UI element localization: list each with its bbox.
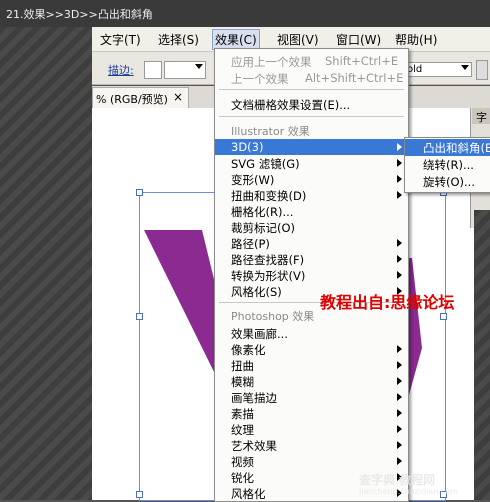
menu-view[interactable]: 视图(V) xyxy=(277,31,319,48)
menu-item-distort-transform[interactable]: 扭曲和变换(D) xyxy=(215,187,408,203)
menu-help[interactable]: 帮助(H) xyxy=(395,31,437,48)
menu-item-crop-marks[interactable]: 裁剪标记(O) xyxy=(215,219,408,235)
menu-separator xyxy=(219,116,404,117)
menu-item-sketch[interactable]: 素描 xyxy=(215,405,408,421)
submenu-arrow-icon xyxy=(397,143,402,151)
menu-item-3d[interactable]: 3D(3) xyxy=(215,139,408,155)
submenu-arrow-icon xyxy=(397,393,402,401)
source-watermark-text: 教程出自:思缘论坛 xyxy=(320,293,455,312)
character-panel-header[interactable]: 字 xyxy=(472,108,490,124)
menu-item-video[interactable]: 视频 xyxy=(215,453,408,469)
menu-window[interactable]: 窗口(W) xyxy=(336,31,381,48)
illustrator-effects-header: Illustrator 效果 xyxy=(231,125,310,138)
menu-item-artistic[interactable]: 艺术效果 xyxy=(215,437,408,453)
close-icon[interactable]: × xyxy=(173,90,183,104)
menu-select[interactable]: 选择(S) xyxy=(158,31,199,48)
font-style-value: old xyxy=(407,64,423,75)
submenu-item-extrude-bevel[interactable]: 凸出和斜角(E)... xyxy=(405,139,490,156)
menu-type[interactable]: 文字(T) xyxy=(100,31,141,48)
font-style-select[interactable]: old xyxy=(402,62,472,77)
panel-label: 字 xyxy=(476,111,487,124)
resize-handle[interactable] xyxy=(136,313,143,320)
menu-item-svg-filters[interactable]: SVG 滤镜(G) xyxy=(215,155,408,171)
menu-item-warp[interactable]: 变形(W) xyxy=(215,171,408,187)
menu-item-texture[interactable]: 纹理 xyxy=(215,421,408,437)
panel-toggle-button[interactable] xyxy=(476,60,488,80)
chevron-down-icon xyxy=(195,64,203,69)
menu-separator xyxy=(219,89,404,90)
submenu-arrow-icon xyxy=(397,361,402,369)
submenu-arrow-icon xyxy=(397,441,402,449)
menu-effect[interactable]: 效果(C) xyxy=(212,29,260,50)
menu-item-distort[interactable]: 扭曲 xyxy=(215,357,408,373)
menu-item-effect-gallery[interactable]: 效果画廊... xyxy=(215,325,408,341)
resize-handle[interactable] xyxy=(136,189,143,196)
tutorial-caption: 21.效果>>3D>>凸出和斜角 xyxy=(6,8,153,21)
submenu-arrow-icon xyxy=(397,345,402,353)
site-watermark-url: jiaocheng.chazidian.com xyxy=(359,487,459,496)
menu-item-apply-last-effect[interactable]: 应用上一个效果 Shift+Ctrl+E xyxy=(215,53,408,69)
submenu-arrow-icon xyxy=(397,271,402,279)
3d-submenu: 凸出和斜角(E)... 绕转(R)... 旋转(O)... xyxy=(404,137,490,193)
resize-handle[interactable] xyxy=(136,491,143,498)
submenu-item-revolve[interactable]: 绕转(R)... xyxy=(405,156,490,173)
menu-item-pixelate[interactable]: 像素化 xyxy=(215,341,408,357)
stroke-weight-dropdown[interactable] xyxy=(164,61,206,79)
document-tab[interactable]: % (RGB/预览) × xyxy=(92,87,189,109)
submenu-arrow-icon xyxy=(397,191,402,199)
submenu-arrow-icon xyxy=(397,409,402,417)
menu-item-last-effect[interactable]: 上一个效果 Alt+Shift+Ctrl+E xyxy=(215,70,408,86)
resize-handle[interactable] xyxy=(440,313,447,320)
submenu-arrow-icon xyxy=(397,255,402,263)
menu-item-convert-to-shape[interactable]: 转换为形状(V) xyxy=(215,267,408,283)
chevron-down-icon xyxy=(461,65,469,70)
effect-menu: 应用上一个效果 Shift+Ctrl+E 上一个效果 Alt+Shift+Ctr… xyxy=(214,48,409,502)
submenu-arrow-icon xyxy=(397,175,402,183)
menu-item-document-raster-settings[interactable]: 文档栅格效果设置(E)... xyxy=(215,96,408,112)
left-watermark-border xyxy=(0,27,92,500)
stroke-label[interactable]: 描边: xyxy=(108,62,134,78)
menu-item-pathfinder[interactable]: 路径查找器(F) xyxy=(215,251,408,267)
menu-item-rasterize[interactable]: 栅格化(R)... xyxy=(215,203,408,219)
submenu-item-rotate[interactable]: 旋转(O)... xyxy=(405,173,490,190)
menu-item-path[interactable]: 路径(P) xyxy=(215,235,408,251)
submenu-arrow-icon xyxy=(397,377,402,385)
submenu-arrow-icon xyxy=(397,239,402,247)
submenu-arrow-icon xyxy=(397,457,402,465)
document-tab-title: % (RGB/预览) xyxy=(96,93,168,106)
stroke-weight-stepper[interactable] xyxy=(144,61,162,79)
photoshop-effects-header: Photoshop 效果 xyxy=(231,310,315,323)
submenu-arrow-icon xyxy=(397,425,402,433)
submenu-arrow-icon xyxy=(397,159,402,167)
site-watermark-name: 查字典 教程网 xyxy=(359,473,436,487)
menu-item-blur[interactable]: 模糊 xyxy=(215,373,408,389)
menu-item-brush-strokes[interactable]: 画笔描边 xyxy=(215,389,408,405)
right-watermark-border xyxy=(474,210,490,500)
